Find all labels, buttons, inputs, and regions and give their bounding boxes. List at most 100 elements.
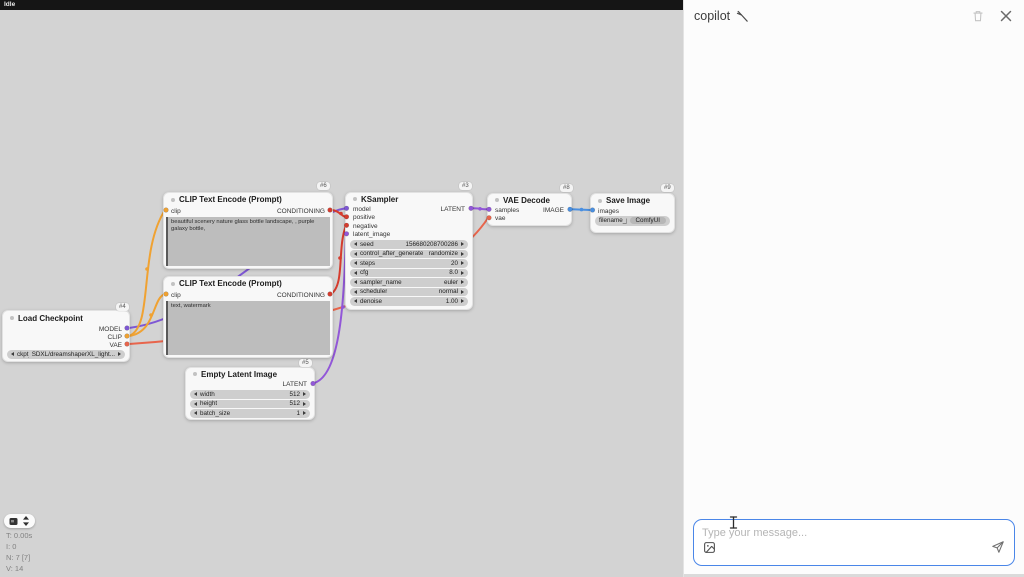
node-id-badge: #6 xyxy=(317,182,330,190)
node-title: CLIP Text Encode (Prompt) xyxy=(179,279,282,288)
trash-icon[interactable] xyxy=(970,8,986,24)
attach-image-icon[interactable] xyxy=(703,541,716,559)
input-label-latent-image: latent_image xyxy=(353,231,390,238)
increment-icon[interactable] xyxy=(461,252,464,256)
stat-line: N: 7 [7] xyxy=(6,552,41,563)
node-title: Save Image xyxy=(606,196,650,205)
copilot-panel: copilot xyxy=(683,0,1024,577)
decrement-icon[interactable] xyxy=(194,402,197,406)
increment-icon[interactable] xyxy=(461,280,464,284)
wire-midpoint-dot xyxy=(478,207,482,211)
wrench-icon xyxy=(736,10,749,23)
widget-scheduler[interactable]: schedulernormal xyxy=(350,288,468,297)
node-id-badge: #9 xyxy=(661,184,674,192)
widget-seed[interactable]: seed156680208700286 xyxy=(350,240,468,249)
node-empty-latent-image[interactable]: Empty Latent Image LATENT width512 heigh… xyxy=(185,367,315,420)
node-title: Load Checkpoint xyxy=(18,314,83,323)
increment-icon[interactable] xyxy=(461,299,464,303)
increment-icon[interactable] xyxy=(303,392,306,396)
widget-control-after-generate[interactable]: control_after_generaterandomize xyxy=(350,250,468,259)
decrement-icon[interactable] xyxy=(194,411,197,415)
filename-prefix-value[interactable]: ComfyUI xyxy=(630,217,667,224)
node-title: VAE Decode xyxy=(503,196,550,205)
close-icon[interactable] xyxy=(998,8,1014,24)
node-load-checkpoint[interactable]: Load Checkpoint MODEL CLIP VAE ckpt_name… xyxy=(2,310,130,362)
stat-line: I: 0 xyxy=(6,541,41,552)
wire-midpoint-dot xyxy=(339,212,343,216)
collapse-dot-icon[interactable] xyxy=(353,197,357,201)
collapse-dot-icon[interactable] xyxy=(598,199,602,203)
widget-ckpt-name[interactable]: ckpt_name SDXL/dreamshaperXL_light... xyxy=(7,350,125,359)
decrement-icon[interactable] xyxy=(354,271,357,275)
decrement-icon[interactable] xyxy=(194,392,197,396)
node-graph-canvas[interactable]: CLIP Text Encode (Prompt) clip CONDITION… xyxy=(0,0,683,577)
send-icon[interactable] xyxy=(991,540,1005,559)
decrement-icon[interactable] xyxy=(11,352,14,356)
status-text: Idle xyxy=(4,1,15,8)
render-stats: T: 0.00s I: 0 N: 7 [7] V: 14 FPS:90.91 xyxy=(6,530,41,577)
input-label-clip: clip xyxy=(171,292,181,299)
wire-clip-negative xyxy=(129,294,165,336)
chat-input-box[interactable] xyxy=(693,519,1015,566)
node-ksampler[interactable]: KSampler model LATENT positive negative … xyxy=(345,192,473,310)
wire-midpoint-dot xyxy=(580,208,584,212)
node-id-badge: #5 xyxy=(299,359,312,367)
decrement-icon[interactable] xyxy=(354,299,357,303)
input-label-positive: positive xyxy=(353,214,375,221)
node-clip-text-encode-negative[interactable]: CLIP Text Encode (Prompt) clip CONDITION… xyxy=(163,276,333,358)
node-id-badge: #4 xyxy=(116,303,129,311)
widget-batch-size[interactable]: batch_size1 xyxy=(190,409,310,418)
increment-icon[interactable] xyxy=(461,261,464,265)
wire-midpoint-dot xyxy=(149,313,153,317)
widget-height[interactable]: height512 xyxy=(190,400,310,409)
decrement-icon[interactable] xyxy=(354,261,357,265)
link-wires xyxy=(0,0,683,577)
increment-icon[interactable] xyxy=(118,352,121,356)
output-label-model: MODEL xyxy=(99,326,122,333)
ibeam-cursor xyxy=(729,516,738,529)
increment-icon[interactable] xyxy=(303,402,306,406)
widget-sampler-name[interactable]: sampler_nameeuler xyxy=(350,278,468,287)
node-save-image[interactable]: Save Image images filename_prefix ComfyU… xyxy=(590,193,675,233)
input-label-clip: clip xyxy=(171,208,181,215)
output-label-conditioning: CONDITIONING xyxy=(277,292,325,299)
decrement-icon[interactable] xyxy=(354,242,357,246)
stat-line: V: 14 xyxy=(6,563,41,574)
increment-icon[interactable] xyxy=(303,411,306,415)
collapse-dot-icon[interactable] xyxy=(495,198,499,202)
node-vae-decode[interactable]: VAE Decode samples IMAGE vae xyxy=(487,193,572,226)
node-title: CLIP Text Encode (Prompt) xyxy=(179,195,282,204)
collapse-dot-icon[interactable] xyxy=(171,282,175,286)
increment-icon[interactable] xyxy=(461,271,464,275)
widget-width[interactable]: width512 xyxy=(190,390,310,399)
stat-line: T: 0.00s xyxy=(6,530,41,541)
decrement-icon[interactable] xyxy=(354,290,357,294)
output-label-clip: CLIP xyxy=(108,334,122,341)
input-label-vae: vae xyxy=(495,215,505,222)
collapse-dot-icon[interactable] xyxy=(10,316,14,320)
copilot-title: copilot xyxy=(694,9,730,23)
prompt-textarea[interactable]: beautiful scenery nature glass bottle la… xyxy=(166,217,330,266)
prompt-textarea[interactable]: text, watermark xyxy=(166,301,330,355)
copilot-header: copilot xyxy=(684,0,1024,32)
collapse-dot-icon[interactable] xyxy=(171,198,175,202)
arrows-up-down-icon[interactable] xyxy=(22,516,30,526)
minimap-icon[interactable] xyxy=(9,517,18,526)
widget-cfg[interactable]: cfg8.0 xyxy=(350,269,468,278)
increment-icon[interactable] xyxy=(461,290,464,294)
wire-midpoint-dot xyxy=(145,267,149,271)
decrement-icon[interactable] xyxy=(354,280,357,284)
widget-filename-prefix[interactable]: filename_prefix ComfyUI xyxy=(595,216,670,226)
decrement-icon[interactable] xyxy=(354,252,357,256)
widget-denoise[interactable]: denoise1.00 xyxy=(350,297,468,306)
widget-steps[interactable]: steps20 xyxy=(350,259,468,268)
wire-conditioning-positive xyxy=(331,210,346,217)
output-label-image: IMAGE xyxy=(543,207,564,214)
chat-message-input[interactable] xyxy=(702,525,982,541)
node-clip-text-encode-positive[interactable]: CLIP Text Encode (Prompt) clip CONDITION… xyxy=(163,192,333,269)
node-title: Empty Latent Image xyxy=(201,370,277,379)
output-label-latent: LATENT xyxy=(283,381,307,388)
node-title: KSampler xyxy=(361,195,398,204)
increment-icon[interactable] xyxy=(461,242,464,246)
collapse-dot-icon[interactable] xyxy=(193,372,197,376)
